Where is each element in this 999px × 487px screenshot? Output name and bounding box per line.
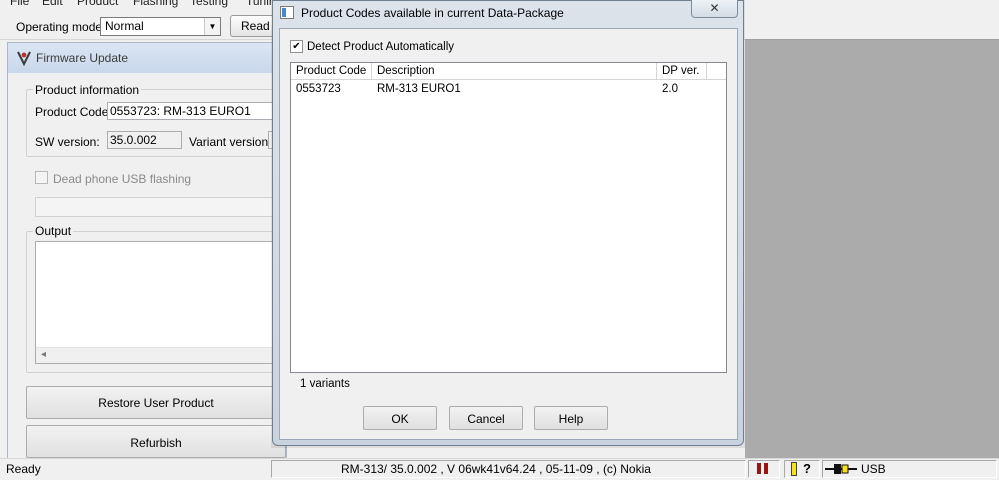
- dialog-window-icon: [280, 6, 294, 19]
- menu-file[interactable]: File: [10, 0, 29, 8]
- dialog-title: Product Codes available in current Data-…: [301, 6, 564, 20]
- cancel-button[interactable]: Cancel: [449, 406, 523, 430]
- sw-version-label: SW version:: [35, 135, 100, 149]
- output-textarea[interactable]: [35, 241, 281, 364]
- column-header-product-code[interactable]: Product Code: [291, 63, 372, 80]
- row-description: RM-313 EURO1: [377, 83, 461, 95]
- scroll-left-icon[interactable]: ◂: [41, 349, 46, 360]
- pause-icon-bar: [764, 463, 768, 474]
- refurbish-button[interactable]: Refurbish: [26, 425, 286, 458]
- operating-mode-select[interactable]: Normal ▼: [100, 17, 221, 36]
- operating-mode-label: Operating mode:: [16, 20, 106, 34]
- status-info-text: RM-313/ 35.0.002 , V 06wk41v64.24 , 05-1…: [341, 462, 651, 476]
- chevron-down-icon[interactable]: ▼: [204, 18, 220, 35]
- product-codes-list-header: Product Code Description DP ver.: [291, 63, 726, 80]
- mdi-workspace: [745, 40, 999, 458]
- product-code-field[interactable]: 0553723: RM-313 EURO1: [107, 102, 277, 120]
- help-icon[interactable]: ?: [803, 461, 811, 476]
- usb-connection-icon: [825, 464, 857, 474]
- status-ready-text: Ready: [6, 462, 41, 476]
- output-group-label: Output: [33, 224, 74, 238]
- row-dp-ver: 2.0: [662, 83, 678, 95]
- help-button[interactable]: Help: [534, 406, 608, 430]
- yellow-indicator-icon: [791, 462, 797, 476]
- close-icon[interactable]: ✕: [691, 0, 738, 18]
- column-header-dp-ver[interactable]: DP ver.: [657, 63, 707, 80]
- operating-mode-value: Normal: [105, 19, 144, 33]
- menu-flashing[interactable]: Flashing: [133, 0, 178, 8]
- connection-type-label: USB: [861, 462, 886, 476]
- row-product-code: 0553723: [296, 83, 341, 95]
- variant-version-label: Variant version:: [189, 135, 272, 149]
- menu-product[interactable]: Product: [77, 0, 118, 8]
- workspace-toolbar-strip: [745, 14, 999, 40]
- firmware-update-icon: [17, 51, 31, 66]
- ok-button[interactable]: OK: [363, 406, 437, 430]
- restore-user-product-button[interactable]: Restore User Product: [26, 386, 286, 419]
- pause-icon: [757, 463, 761, 474]
- detect-product-checkbox[interactable]: ✔: [290, 40, 303, 53]
- detect-product-label: Detect Product Automatically: [307, 41, 455, 53]
- firmware-update-title: Firmware Update: [36, 51, 129, 65]
- output-horizontal-scrollbar[interactable]: ◂: [36, 347, 280, 363]
- progress-bar: [35, 197, 281, 217]
- menu-edit[interactable]: Edit: [42, 0, 63, 8]
- status-help-panel: [784, 460, 820, 478]
- product-code-label: Product Code:: [35, 105, 112, 119]
- product-codes-list[interactable]: [290, 62, 727, 373]
- bottom-strip: [0, 480, 999, 487]
- variant-count: 1 variants: [300, 378, 350, 390]
- product-info-group-label: Product information: [33, 83, 142, 97]
- column-header-description[interactable]: Description: [372, 63, 657, 80]
- sw-version-field: 35.0.002: [107, 131, 182, 149]
- dead-phone-checkbox[interactable]: [35, 171, 48, 184]
- menu-testing[interactable]: Testing: [190, 0, 228, 8]
- table-row[interactable]: 0553723 RM-313 EURO1 2.0: [291, 80, 726, 98]
- dead-phone-label: Dead phone USB flashing: [53, 172, 192, 186]
